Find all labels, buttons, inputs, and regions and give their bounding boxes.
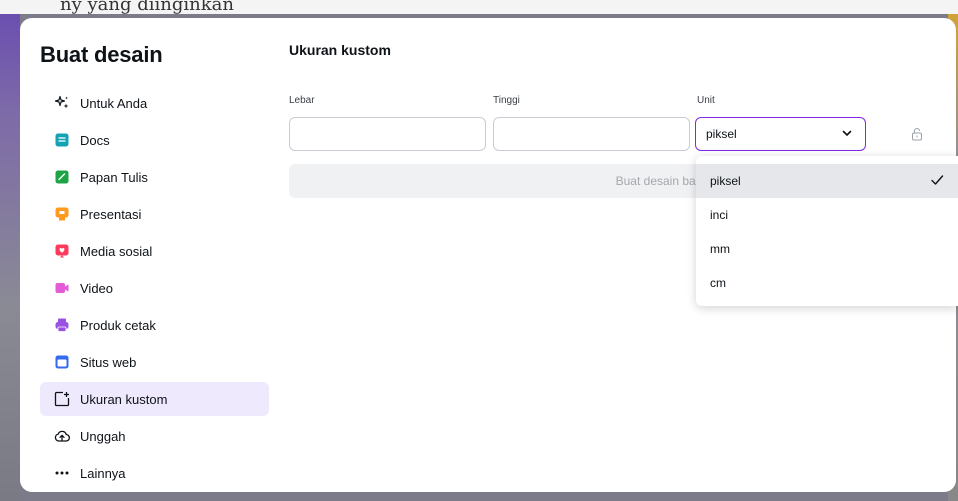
sidebar-title: Buat desain <box>40 42 163 67</box>
more-dots-icon <box>54 465 70 481</box>
sidebar-item-label: Presentasi <box>80 206 142 222</box>
sidebar-item-lainnya[interactable]: Lainnya <box>40 456 269 490</box>
unit-option-label: mm <box>710 242 730 256</box>
sidebar-item-presentasi[interactable]: Presentasi <box>40 197 269 231</box>
sidebar-item-label: Unggah <box>80 428 126 444</box>
video-icon <box>54 280 70 296</box>
presentation-icon <box>54 206 70 222</box>
chevron-down-icon <box>841 127 853 142</box>
sidebar-item-video[interactable]: Video <box>40 271 269 305</box>
background-left-strip <box>0 14 20 501</box>
unit-option-cm[interactable]: cm <box>696 266 958 300</box>
create-design-button-label: Buat desain baru <box>615 174 707 188</box>
custom-size-icon <box>54 391 70 407</box>
unit-option-label: cm <box>710 276 726 290</box>
sidebar: Buat desain Untuk Anda Docs Papan Tulis Pre… <box>20 18 288 492</box>
docs-icon <box>54 132 70 148</box>
page-title: Ukuran kustom <box>289 42 391 58</box>
sparkle-icon <box>54 95 70 111</box>
unit-option-mm[interactable]: mm <box>696 232 958 266</box>
lock-aspect-ratio-icon[interactable] <box>911 126 923 145</box>
sidebar-item-unggah[interactable]: Unggah <box>40 419 269 453</box>
unit-option-piksel[interactable]: piksel <box>696 164 958 198</box>
whiteboard-icon <box>54 169 70 185</box>
unit-select[interactable]: piksel <box>695 117 866 151</box>
sidebar-item-label: Docs <box>80 132 110 148</box>
unit-option-label: inci <box>710 208 729 222</box>
unit-option-inci[interactable]: inci <box>696 198 958 232</box>
sidebar-item-label: Media sosial <box>80 243 153 259</box>
sidebar-item-ukuran-kustom[interactable]: Ukuran kustom <box>40 382 269 416</box>
sidebar-item-media-sosial[interactable]: Media sosial <box>40 234 269 268</box>
sidebar-nav: Untuk Anda Docs Papan Tulis Presentasi Media… <box>40 86 269 492</box>
sidebar-item-label: Ukuran kustom <box>80 391 168 407</box>
background-top-bar: ny yang diinginkan <box>0 0 958 15</box>
sidebar-item-situs-web[interactable]: Situs web <box>40 345 269 379</box>
website-icon <box>54 354 70 370</box>
background-text: ny yang diinginkan <box>60 0 234 15</box>
sidebar-item-docs[interactable]: Docs <box>40 123 269 157</box>
sidebar-item-label: Lainnya <box>80 465 126 481</box>
unit-option-label: piksel <box>710 174 741 188</box>
unit-dropdown-menu: piksel inci mm cm <box>696 156 958 306</box>
sidebar-item-label: Untuk Anda <box>80 95 148 111</box>
unit-label: Unit <box>697 95 715 106</box>
height-input[interactable] <box>493 117 690 151</box>
sidebar-item-papan-tulis[interactable]: Papan Tulis <box>40 160 269 194</box>
sidebar-item-untuk-anda[interactable]: Untuk Anda <box>40 86 269 120</box>
width-input[interactable] <box>289 117 486 151</box>
sidebar-item-produk-cetak[interactable]: Produk cetak <box>40 308 269 342</box>
sidebar-item-label: Produk cetak <box>80 317 156 333</box>
unit-select-value: piksel <box>706 127 737 141</box>
sidebar-item-label: Situs web <box>80 354 137 370</box>
sidebar-item-label: Video <box>80 280 114 296</box>
sidebar-item-label: Papan Tulis <box>80 169 148 185</box>
checkmark-icon <box>930 173 944 190</box>
social-media-icon <box>54 243 70 259</box>
width-label: Lebar <box>289 95 315 106</box>
print-product-icon <box>54 317 70 333</box>
height-label: Tinggi <box>493 95 520 106</box>
upload-cloud-icon <box>54 428 70 444</box>
